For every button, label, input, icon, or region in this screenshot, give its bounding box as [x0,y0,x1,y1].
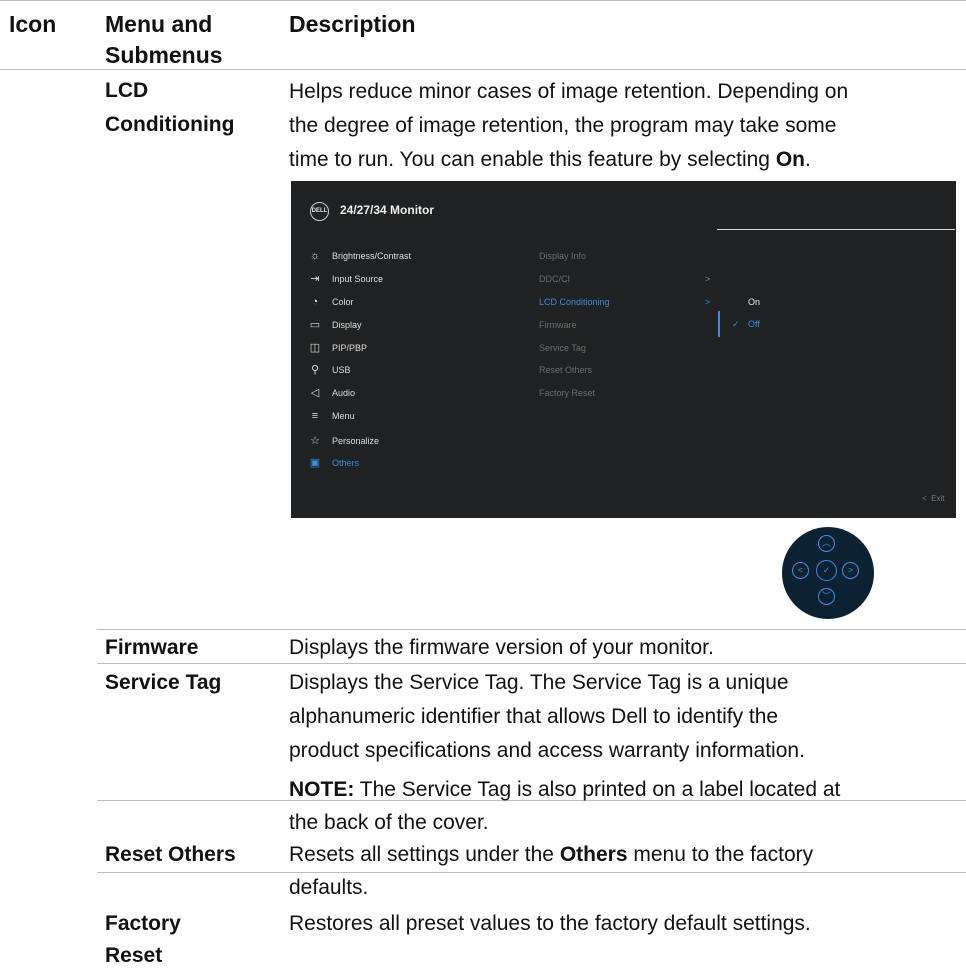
reset-others-desc-line2: defaults. [289,876,369,899]
osd-header-line [717,229,955,230]
header-bottom-border [0,69,966,70]
header-icon: Icon [9,11,57,37]
header-menu-line1: Menu and [105,11,213,37]
osd-title: 24/27/34 Monitor [340,203,435,217]
lcd-desc-line2: the degree of image retention, the progr… [289,114,837,137]
osd-option-on[interactable]: On [748,293,760,311]
osd-screenshot: DELL 24/27/34 Monitor ☼ Brightness/Contra… [291,181,956,518]
row-divider [97,663,966,664]
reset-others-label: Reset Others [105,843,236,866]
service-tag-note-line1: NOTE: The Service Tag is also printed on… [289,778,841,801]
menu-icon: ≡ [311,410,319,422]
header-menu-line2: Submenus [105,42,223,68]
joystick-down-icon: ﹀ [818,588,835,605]
chevron-right-icon: > [705,274,711,284]
input-source-icon: ⇥ [310,273,320,285]
lcd-desc-line3: time to run. You can enable this feature… [289,148,811,171]
audio-icon: ◁ [310,387,320,399]
osd-submenu-reset-others[interactable]: Reset Others [539,361,592,379]
table-top-border [0,0,966,1]
osd-submenu-firmware[interactable]: Firmware [539,316,577,334]
row-divider [97,629,966,630]
joystick-graphic: ︿ < ✓ > ﹀ [782,527,874,619]
brightness-icon: ☼ [309,250,321,262]
joystick-center-icon: ✓ [816,560,837,581]
chevron-right-icon: > [705,297,711,307]
osd-option-off[interactable]: Off [748,315,760,333]
header-description: Description [289,11,416,37]
lcd-conditioning-label-line1: LCD [105,79,149,102]
pip-pbp-icon: ◫ [309,342,321,354]
service-tag-desc-line3: product specifications and access warran… [289,739,805,762]
osd-selection-bar [718,311,720,337]
firmware-label: Firmware [105,636,199,659]
factory-reset-label-line1: Factory [105,912,181,935]
osd-submenu-display-info[interactable]: Display Info [539,247,586,265]
joystick-right-icon: > [842,562,859,579]
service-tag-label: Service Tag [105,671,222,694]
osd-exit-button[interactable]: < Exit [922,494,944,503]
osd-submenu-lcd-conditioning[interactable]: LCD Conditioning [539,293,610,311]
factory-reset-desc: Restores all preset values to the factor… [289,912,811,935]
osd-submenu-service-tag[interactable]: Service Tag [539,339,586,357]
joystick-up-icon: ︿ [818,535,835,552]
osd-submenu-factory-reset[interactable]: Factory Reset [539,384,595,402]
service-tag-desc-line2: alphanumeric identifier that allows Dell… [289,705,779,728]
service-tag-note-line2: the back of the cover. [289,811,489,834]
chevron-left-icon: < [922,494,927,503]
osd-submenu-ddc-ci[interactable]: DDC/CI [539,270,570,288]
lcd-desc-line1: Helps reduce minor cases of image retent… [289,80,849,103]
usb-icon: ⚲ [310,364,320,376]
row-divider [97,872,966,873]
factory-reset-label-line2: Reset [105,944,163,967]
reset-others-desc-line1: Resets all settings under the Others men… [289,843,814,866]
dell-logo: DELL [310,202,329,221]
star-icon: ☆ [310,435,320,447]
display-icon: ▭ [309,319,321,331]
check-icon: ✓ [732,319,740,329]
joystick-left-icon: < [792,562,809,579]
firmware-desc: Displays the firmware version of your mo… [289,636,714,659]
others-icon: ▣ [309,457,321,469]
lcd-conditioning-label-line2: Conditioning [105,113,235,136]
color-icon: ◔ [311,296,319,308]
service-tag-desc-line1: Displays the Service Tag. The Service Ta… [289,671,789,694]
